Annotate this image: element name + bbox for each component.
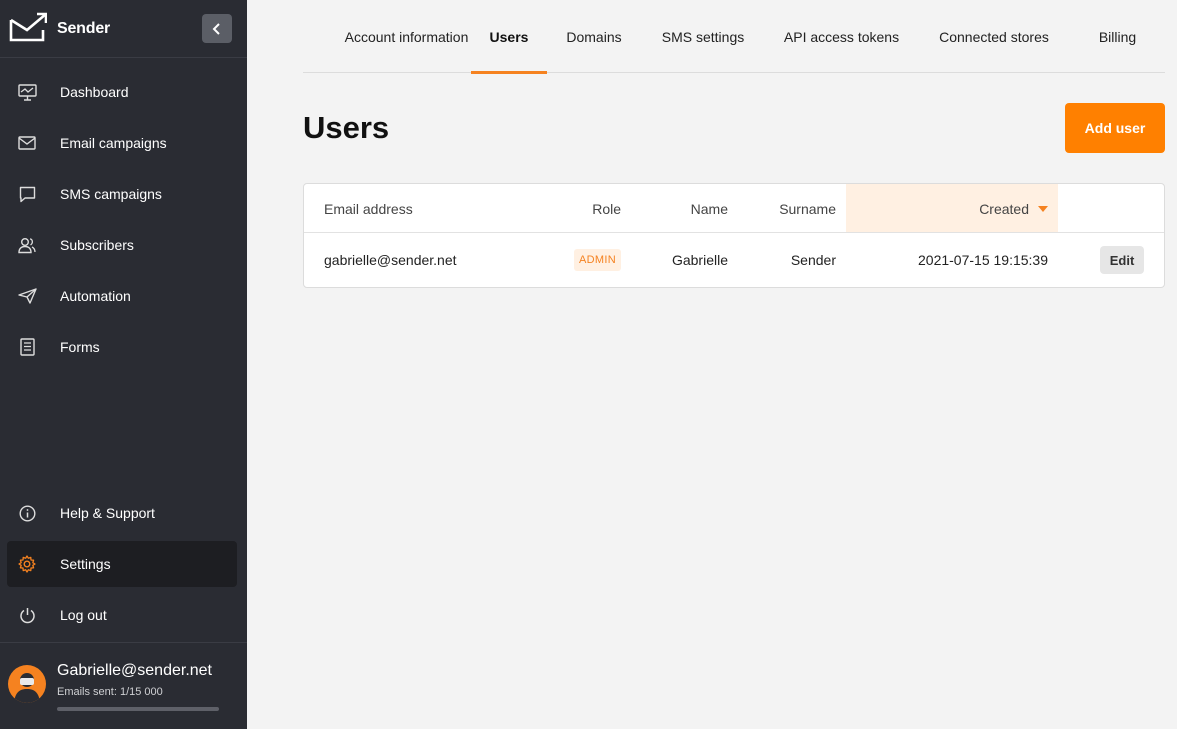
- user-email: Gabrielle@sender.net: [57, 662, 212, 679]
- dashboard-icon: [17, 82, 37, 102]
- sidebar-item-sms-campaigns[interactable]: SMS campaigns: [7, 171, 237, 217]
- usage-progress-bar: [57, 707, 219, 711]
- sort-descending-icon: [1038, 205, 1048, 212]
- edit-user-button[interactable]: Edit: [1100, 246, 1144, 274]
- settings-tabs: Account information Users Domains SMS se…: [303, 0, 1165, 74]
- form-icon: [17, 337, 37, 357]
- tab-users[interactable]: Users: [471, 0, 547, 74]
- add-user-button[interactable]: Add user: [1065, 103, 1165, 153]
- column-header-surname[interactable]: Surname: [744, 184, 836, 233]
- power-icon: [17, 605, 37, 625]
- sidebar-item-label: Dashboard: [60, 84, 129, 100]
- chat-bubble-icon: [17, 184, 37, 204]
- info-icon: [17, 503, 37, 523]
- sidebar-item-label: Automation: [60, 288, 131, 304]
- tab-connected-stores[interactable]: Connected stores: [918, 0, 1070, 73]
- users-icon: [17, 235, 37, 255]
- collapse-sidebar-button[interactable]: [202, 14, 232, 43]
- sidebar-item-forms[interactable]: Forms: [7, 324, 237, 370]
- brand-name: Sender: [57, 20, 111, 37]
- emails-sent-counter: Emails sent: 1/15 000: [57, 686, 163, 698]
- sidebar-item-label: Subscribers: [60, 237, 134, 253]
- sidebar-item-dashboard[interactable]: Dashboard: [7, 69, 237, 115]
- column-header-name[interactable]: Name: [654, 184, 728, 233]
- page-title: Users: [303, 110, 390, 145]
- sidebar-item-automation[interactable]: Automation: [7, 273, 237, 319]
- tab-domains[interactable]: Domains: [547, 0, 641, 73]
- gear-icon: [17, 554, 37, 574]
- user-profile[interactable]: Gabrielle@sender.net Emails sent: 1/15 0…: [0, 642, 247, 729]
- cell-role: ADMIN: [554, 233, 621, 287]
- avatar: [8, 665, 46, 703]
- column-header-created[interactable]: Created: [846, 184, 1058, 233]
- sidebar-item-label: SMS campaigns: [60, 186, 162, 202]
- sidebar-item-label: Help & Support: [60, 505, 155, 521]
- sidebar-item-label: Log out: [60, 607, 107, 623]
- sidebar-item-label: Settings: [60, 556, 111, 572]
- sidebar-item-email-campaigns[interactable]: Email campaigns: [7, 120, 237, 166]
- envelope-icon: [17, 133, 37, 153]
- column-header-role[interactable]: Role: [554, 184, 621, 233]
- sidebar-item-subscribers[interactable]: Subscribers: [7, 222, 237, 268]
- sidebar-item-label: Email campaigns: [60, 135, 167, 151]
- cell-name: Gabrielle: [671, 252, 728, 268]
- cell-created: 2021-07-15 19:15:39: [918, 252, 1048, 268]
- users-table: Email address Role Name Surname Created …: [303, 183, 1165, 288]
- sidebar-item-help-support[interactable]: Help & Support: [7, 490, 237, 536]
- tab-sms-settings[interactable]: SMS settings: [641, 0, 765, 73]
- sidebar-item-log-out[interactable]: Log out: [7, 592, 237, 638]
- column-header-label: Created: [979, 200, 1029, 217]
- cell-surname: Sender: [790, 252, 836, 268]
- cell-email: gabrielle@sender.net: [324, 252, 457, 268]
- sender-logo-icon: [9, 12, 47, 42]
- sidebar: Sender Dashboard Email campaigns SMS cam…: [0, 0, 247, 729]
- role-badge: ADMIN: [574, 249, 621, 271]
- sidebar-item-label: Forms: [60, 339, 100, 355]
- sidebar-item-settings[interactable]: Settings: [7, 541, 237, 587]
- column-header-email[interactable]: Email address: [324, 184, 413, 233]
- brand-header: Sender: [0, 0, 247, 58]
- tab-account-information[interactable]: Account information: [323, 0, 490, 73]
- tab-api-access-tokens[interactable]: API access tokens: [765, 0, 918, 73]
- paper-plane-icon: [17, 286, 37, 306]
- chevron-left-icon: [212, 22, 220, 35]
- tab-billing[interactable]: Billing: [1070, 0, 1165, 73]
